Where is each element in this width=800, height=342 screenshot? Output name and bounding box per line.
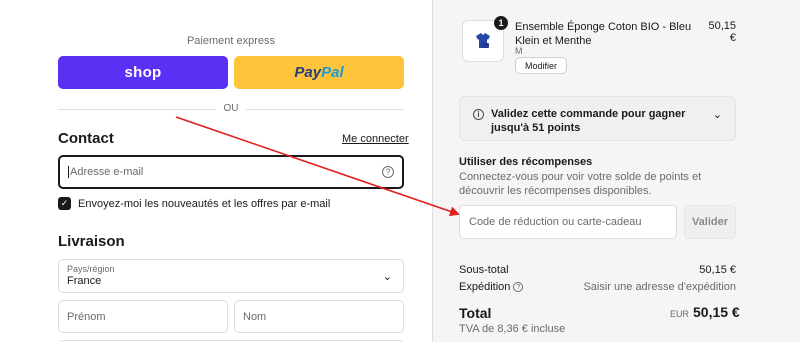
total-label: Total: [459, 305, 492, 321]
modify-button[interactable]: Modifier: [515, 57, 567, 74]
delivery-heading: Livraison: [58, 233, 125, 250]
subtotal-label: Sous-total: [459, 264, 509, 276]
divider-or-label: OU: [216, 103, 246, 114]
country-select[interactable]: Pays/région France ⌄: [58, 259, 404, 293]
chevron-down-icon: ⌄: [382, 271, 392, 283]
discount-code-input[interactable]: Code de réduction ou carte-cadeau: [459, 205, 677, 239]
loyalty-points-text: Validez cette commande pour gagner jusqu…: [491, 108, 686, 134]
total-value: 50,15 €: [693, 304, 740, 320]
info-icon: i: [473, 109, 484, 120]
chevron-down-icon: ⌄: [712, 109, 722, 121]
apply-code-button[interactable]: Valider: [684, 205, 736, 239]
email-placeholder: Adresse e-mail: [68, 166, 382, 178]
last-name-placeholder: Nom: [243, 310, 267, 323]
subtotal-value: 50,15 €: [699, 264, 736, 276]
help-icon[interactable]: ?: [513, 282, 524, 293]
country-select-value: France: [67, 275, 102, 287]
contact-heading: Contact: [58, 130, 114, 147]
rewards-description: Connectez-vous pour voir votre solde de …: [459, 171, 702, 197]
shop-pay-button[interactable]: shop: [58, 56, 228, 89]
rewards-title: Utiliser des récompenses: [459, 156, 593, 168]
paypal-logo-pay: Pay: [294, 64, 322, 81]
help-icon[interactable]: ?: [382, 166, 394, 178]
paypal-button[interactable]: Pay Pal: [234, 56, 404, 89]
quantity-badge: 1: [494, 16, 508, 30]
shipping-row: Expédition? Saisir une adresse d'expédit…: [459, 281, 736, 293]
product-name: Ensemble Éponge Coton BIO - Bleu Klein e…: [515, 21, 692, 47]
express-checkout-title: Paiement express: [186, 35, 276, 47]
first-name-placeholder: Prénom: [67, 310, 106, 323]
shop-pay-logo: shop: [124, 64, 162, 81]
total-currency: EUR: [670, 309, 690, 319]
newsletter-label: Envoyez-moi les nouveautés et les offres…: [78, 197, 331, 210]
paypal-logo-pal: Pal: [321, 64, 344, 81]
product-variant: M: [515, 46, 523, 56]
towel-product-icon: [476, 33, 490, 48]
country-select-label: Pays/région: [67, 264, 115, 274]
email-field[interactable]: Adresse e-mail ?: [58, 155, 404, 189]
last-name-field[interactable]: Nom: [234, 300, 404, 333]
login-link[interactable]: Me connecter: [342, 133, 409, 145]
tax-note: TVA de 8,36 € incluse: [459, 323, 566, 335]
newsletter-checkbox[interactable]: ✓: [58, 197, 71, 210]
loyalty-points-banner[interactable]: i Validez cette commande pour gagner jus…: [459, 96, 736, 141]
shipping-value: Saisir une adresse d'expédition: [583, 281, 736, 293]
shipping-label: Expédition: [459, 281, 511, 293]
discount-code-placeholder: Code de réduction ou carte-cadeau: [469, 216, 642, 228]
product-price: 50,15 €: [708, 20, 736, 44]
first-name-field[interactable]: Prénom: [58, 300, 228, 333]
newsletter-option[interactable]: ✓ Envoyez-moi les nouveautés et les offr…: [58, 197, 330, 210]
subtotal-row: Sous-total 50,15 €: [459, 264, 736, 276]
